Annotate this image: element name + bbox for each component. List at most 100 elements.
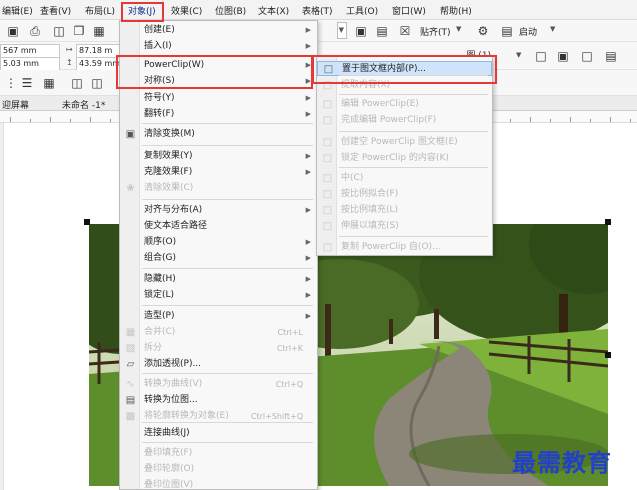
perspective-icon: ▱ [126, 359, 135, 370]
chevron-down-icon[interactable]: ▼ [550, 25, 555, 33]
menu-item-label: 中(C) [341, 173, 364, 183]
menu-shortcut: Ctrl+Q [275, 380, 303, 389]
menu-separator [339, 75, 488, 76]
width-field[interactable]: 87.18 m [76, 44, 124, 58]
align-icon[interactable]: ▣ [556, 49, 570, 63]
menu-layout[interactable]: 布局(L) [85, 4, 115, 17]
menu-item-obj-0[interactable]: 创建(E) ▶ [120, 23, 317, 38]
menu-item-obj-23[interactable]: 连接曲线(J) [120, 426, 317, 441]
chevron-right-icon: ▶ [305, 238, 311, 246]
menu-text[interactable]: 文本(X) [258, 4, 289, 17]
chevron-right-icon: ▶ [305, 110, 311, 118]
tab-welcome[interactable]: 迎屏幕 [2, 98, 29, 111]
tab-untitled[interactable]: 未命名 -1* [62, 98, 105, 111]
menu-separator [142, 199, 313, 200]
menu-window[interactable]: 窗口(W) [392, 4, 426, 17]
menu-separator [339, 236, 488, 237]
frame-icon[interactable]: □ [580, 49, 594, 63]
menu-item-pc-8: □ 按比例填充(L) [317, 203, 492, 218]
chevron-right-icon: ▶ [305, 61, 311, 69]
object-menu: 创建(E) ▶ 插入(I) ▶ PowerClip(W) ▶ 对称(S) ▶ 符号(Y) ▶ 翻转(… [119, 20, 318, 490]
chevron-right-icon: ▶ [305, 168, 311, 176]
import-icon[interactable]: ▤ [375, 24, 389, 38]
menu-item-obj-3[interactable]: 对称(S) ▶ [120, 74, 317, 89]
selection-handle-r[interactable] [605, 352, 611, 358]
weld-icon[interactable]: ◫ [70, 76, 84, 90]
launch-icon[interactable]: ▤ [500, 24, 514, 38]
menu-item-obj-1[interactable]: 插入(I) ▶ [120, 39, 317, 54]
gear-icon[interactable]: ⚙ [476, 24, 490, 38]
menu-item-label: 添加透视(P)... [144, 359, 202, 369]
menu-view[interactable]: 查看(V) [40, 4, 71, 17]
zoom-combo[interactable]: ▼ [337, 22, 347, 39]
lock-contents-icon: □ [322, 153, 333, 164]
menu-item-obj-15[interactable]: 锁定(L) ▶ [120, 288, 317, 303]
chevron-down-icon[interactable]: ▼ [456, 25, 461, 33]
chevron-right-icon: ▶ [305, 254, 311, 262]
menu-edit[interactable]: 编辑(E) [2, 4, 33, 17]
trim-icon[interactable]: ◫ [90, 76, 104, 90]
menu-shortcut: Ctrl+L [277, 328, 303, 337]
menu-item-obj-19[interactable]: ▱ 添加透视(P)... [120, 357, 317, 372]
wrap-icon[interactable]: □ [534, 49, 548, 63]
menu-item-obj-12[interactable]: 顺序(O) ▶ [120, 235, 317, 250]
bars-icon[interactable]: ☰ [20, 76, 34, 90]
menu-object[interactable]: 对象(J) [128, 4, 156, 17]
menu-item-pc-1: □ 提取内容(X) [317, 78, 492, 93]
powerclip-submenu: □ 置于图文框内部(P)... □ 提取内容(X) □ 编辑 PowerClip(E) □ 完… [316, 56, 493, 256]
grid-icon[interactable]: ⋮ [4, 76, 18, 90]
width-icon: ↦ [66, 45, 73, 54]
convert-curves-icon: ∿ [126, 379, 135, 390]
copy-icon[interactable]: ❐ [72, 24, 86, 38]
menu-separator [142, 422, 313, 423]
launch-label[interactable]: 启动 [519, 25, 537, 38]
menu-item-obj-2[interactable]: PowerClip(W) ▶ [120, 58, 317, 73]
menu-item-pc-0[interactable]: □ 置于图文框内部(P)... [317, 61, 492, 76]
full-screen-icon[interactable]: ▣ [354, 24, 368, 38]
menu-item-pc-5: □ 锁定 PowerClip 的内容(K) [317, 151, 492, 166]
clear-transform-icon: ▣ [125, 129, 136, 140]
selection-handle-tr[interactable] [605, 219, 611, 225]
menu-tools[interactable]: 工具(O) [346, 4, 378, 17]
position-x-field[interactable]: 567 mm [0, 44, 60, 58]
chevron-down-icon[interactable]: ▼ [516, 51, 521, 59]
menu-separator [142, 268, 313, 269]
export-icon[interactable]: ☒ [398, 24, 412, 38]
cut-icon[interactable]: ◫ [52, 24, 66, 38]
menu-item-obj-7[interactable]: 复制效果(Y) ▶ [120, 149, 317, 164]
menu-bitmaps[interactable]: 位图(B) [215, 4, 246, 17]
menu-help[interactable]: 帮助(H) [440, 4, 472, 17]
menu-item-obj-11[interactable]: 使文本适合路径 [120, 219, 317, 234]
print-icon[interactable]: ⎙ [28, 24, 42, 38]
chevron-right-icon: ▶ [305, 275, 311, 283]
menu-item-label: 复制 PowerClip 自(O)... [341, 242, 441, 252]
menu-effects[interactable]: 效果(C) [171, 4, 202, 17]
menu-item-label: 复制效果(Y) [144, 151, 193, 161]
menu-item-label: 创建空 PowerClip 图文框(E) [341, 137, 458, 147]
position-y-field[interactable]: 5.03 mm [0, 57, 60, 71]
menu-separator [339, 94, 488, 95]
menu-item-obj-25: 叠印轮廓(O) [120, 462, 317, 477]
menu-item-obj-14[interactable]: 隐藏(H) ▶ [120, 272, 317, 287]
snap-to-label[interactable]: 贴齐(T) [420, 25, 451, 38]
paste-icon[interactable]: ▦ [92, 24, 106, 38]
menu-item-obj-6[interactable]: ▣ 清除变换(M) [120, 127, 317, 142]
settings-icon[interactable]: ▤ [604, 49, 618, 63]
selection-handle-tl[interactable] [84, 219, 90, 225]
menu-table[interactable]: 表格(T) [302, 4, 333, 17]
menu-item-obj-16[interactable]: 造型(P) ▶ [120, 309, 317, 324]
menu-item-pc-7: □ 按比例拟合(F) [317, 187, 492, 202]
menu-item-obj-8[interactable]: 克隆效果(F) ▶ [120, 165, 317, 180]
height-field[interactable]: 43.59 mm [76, 57, 124, 71]
save-icon[interactable]: ▣ [6, 24, 20, 38]
node-icon[interactable]: ▦ [42, 76, 56, 90]
menu-item-label: 清除效果(C) [144, 183, 194, 193]
finish-edit-icon: □ [322, 115, 333, 126]
menu-item-obj-21[interactable]: ▤ 转换为位图... [120, 393, 317, 408]
menu-item-obj-10[interactable]: 对齐与分布(A) ▶ [120, 203, 317, 218]
menu-item-obj-4[interactable]: 符号(Y) ▶ [120, 91, 317, 106]
menu-item-obj-5[interactable]: 翻转(F) ▶ [120, 107, 317, 122]
menu-item-obj-13[interactable]: 组合(G) ▶ [120, 251, 317, 266]
menu-item-label: 伸展以填充(S) [341, 221, 399, 231]
menu-item-obj-26: 叠印位图(V) [120, 478, 317, 490]
